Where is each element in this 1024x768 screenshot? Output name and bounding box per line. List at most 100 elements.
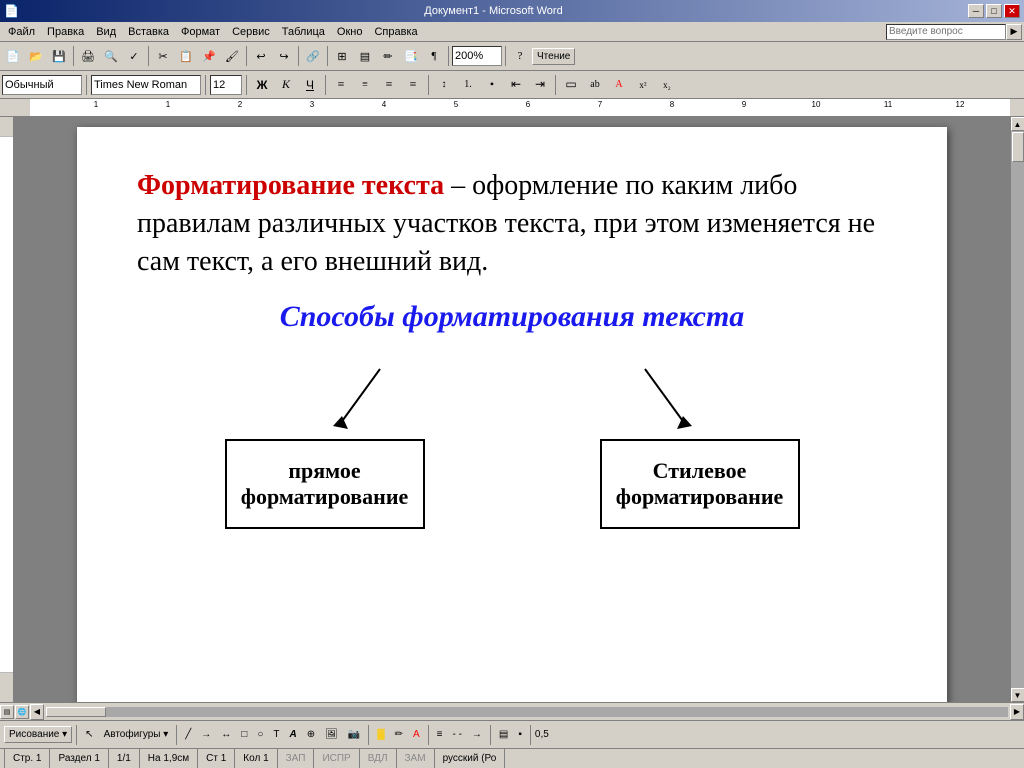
h-scroll-thumb[interactable] [46, 707, 106, 717]
arrow-tool[interactable]: → [197, 725, 215, 745]
underline-button[interactable]: Ч [299, 74, 321, 96]
shadow-button[interactable]: ▤ [495, 725, 512, 745]
increase-indent-button[interactable]: ⇥ [529, 74, 551, 96]
columns-button[interactable]: ▤ [354, 45, 376, 67]
menu-window[interactable]: Окно [331, 24, 369, 40]
align-left-button[interactable]: ≡ [330, 74, 352, 96]
hyperlink-button[interactable]: 🔗 [302, 45, 324, 67]
menu-edit[interactable]: Правка [41, 24, 90, 40]
font-color-button2[interactable]: A [409, 725, 424, 745]
scroll-thumb[interactable] [1012, 132, 1024, 162]
open-button[interactable]: 📂 [25, 45, 47, 67]
bold-button[interactable]: Ж [251, 74, 273, 96]
rect-tool[interactable]: □ [237, 725, 251, 745]
copy-button[interactable]: 📋 [175, 45, 197, 67]
format-painter-button[interactable]: 🖌 [221, 45, 243, 67]
menu-format[interactable]: Формат [175, 24, 226, 40]
reading-button[interactable]: Чтение [532, 48, 575, 65]
image-button[interactable]: 📷 [344, 725, 364, 745]
textbox-tool[interactable]: T [269, 725, 283, 745]
font-color-button[interactable]: A [608, 74, 630, 96]
close-button[interactable]: ✕ [1004, 4, 1020, 18]
horizontal-scroll-area: ▤ 🌐 ◀ ▶ [0, 702, 1024, 720]
draw-sep-1 [76, 725, 77, 745]
zoom-input[interactable] [452, 46, 502, 66]
fill-color-button[interactable]: ▓ [373, 725, 388, 745]
ruler-mark-4: 4 [348, 99, 420, 110]
toolbar-sep-3 [246, 46, 247, 66]
status-lang: русский (Ро [435, 749, 506, 768]
clipart-button[interactable]: 🖼 [321, 725, 342, 745]
arrow-style-button[interactable]: → [468, 725, 486, 745]
status-vdl: ВДЛ [360, 749, 397, 768]
font-size-select[interactable] [210, 75, 242, 95]
diagram-tool[interactable]: ⊕ [303, 725, 319, 745]
align-justify-button[interactable]: ≡ [402, 74, 424, 96]
scroll-down-button[interactable]: ▼ [1011, 688, 1024, 702]
fmt-sep-0 [86, 75, 87, 95]
vertical-ruler [0, 117, 14, 702]
help-button[interactable]: ? [509, 45, 531, 67]
h-scroll-left-button[interactable]: ◀ [30, 704, 44, 720]
draw-cursor-button[interactable]: ↖ [81, 725, 97, 745]
scroll-track [1011, 131, 1024, 688]
menu-help[interactable]: Справка [368, 24, 423, 40]
doc-scroll-area[interactable]: Форматирование текста – оформление по ка… [14, 117, 1010, 702]
status-zap: ЗАП [278, 749, 315, 768]
italic-button[interactable]: К [275, 74, 297, 96]
oval-tool[interactable]: ○ [253, 725, 267, 745]
minimize-button[interactable]: ─ [968, 4, 984, 18]
help-go-button[interactable]: ▶ [1006, 24, 1022, 40]
vertical-scrollbar[interactable]: ▲ ▼ [1010, 117, 1024, 702]
cut-button[interactable]: ✂ [152, 45, 174, 67]
font-select[interactable] [91, 75, 201, 95]
scroll-up-button[interactable]: ▲ [1011, 117, 1024, 131]
border-button[interactable]: ▭ [560, 74, 582, 96]
dash-style-button[interactable]: - - [448, 725, 465, 745]
align-center-button[interactable]: ≡ [354, 74, 376, 96]
print-preview-button[interactable]: 🔍 [100, 45, 122, 67]
menu-insert[interactable]: Вставка [122, 24, 175, 40]
menu-tools[interactable]: Сервис [226, 24, 276, 40]
status-line: Ст 1 [198, 749, 235, 768]
style-select[interactable] [2, 75, 82, 95]
save-button[interactable]: 💾 [48, 45, 70, 67]
draw-sep-6 [530, 725, 531, 745]
docmap-button[interactable]: 📑 [400, 45, 422, 67]
web-view-button[interactable]: 🌐 [15, 705, 29, 719]
subscript-button[interactable]: x₂ [656, 74, 678, 96]
showformatting-button[interactable]: ¶ [423, 45, 445, 67]
3d-button[interactable]: ▪ [514, 725, 526, 745]
help-input[interactable] [886, 24, 1006, 40]
drawing-button[interactable]: ✏ [377, 45, 399, 67]
drawing-toolbar: Рисование ▾ ↖ Автофигуры ▾ ╱ → ↔ □ ○ T A… [0, 720, 1024, 748]
maximize-button[interactable]: □ [986, 4, 1002, 18]
print-button[interactable]: 🖨 [77, 45, 99, 67]
align-right-button[interactable]: ≡ [378, 74, 400, 96]
spell-check-button[interactable]: ✓ [123, 45, 145, 67]
bullets-button[interactable]: • [481, 74, 503, 96]
highlight-button[interactable]: ab [584, 74, 606, 96]
decrease-indent-button[interactable]: ⇤ [505, 74, 527, 96]
menu-file[interactable]: Файл [2, 24, 41, 40]
menu-view[interactable]: Вид [90, 24, 122, 40]
draw-autoshapes-button[interactable]: Автофигуры ▾ [100, 725, 173, 745]
table-button[interactable]: ⊞ [331, 45, 353, 67]
line-color-button[interactable]: ✏ [391, 725, 407, 745]
line-style-button[interactable]: ≡ [433, 725, 447, 745]
undo-button[interactable]: ↩ [250, 45, 272, 67]
paste-button[interactable]: 📌 [198, 45, 220, 67]
paragraph-red-text: Форматирование текста [137, 170, 444, 201]
dbl-arrow-tool[interactable]: ↔ [217, 725, 235, 745]
redo-button[interactable]: ↪ [273, 45, 295, 67]
h-scroll-right-button[interactable]: ▶ [1010, 704, 1024, 720]
normal-view-button[interactable]: ▤ [0, 705, 14, 719]
numbering-button[interactable]: 1. [457, 74, 479, 96]
menu-table[interactable]: Таблица [276, 24, 331, 40]
wordart-tool[interactable]: A [285, 725, 300, 745]
new-button[interactable]: 📄 [2, 45, 24, 67]
line-tool[interactable]: ╱ [181, 725, 195, 745]
superscript-button[interactable]: x² [632, 74, 654, 96]
drawing-menu[interactable]: Рисование ▾ [4, 726, 72, 743]
line-spacing-button[interactable]: ↕ [433, 74, 455, 96]
